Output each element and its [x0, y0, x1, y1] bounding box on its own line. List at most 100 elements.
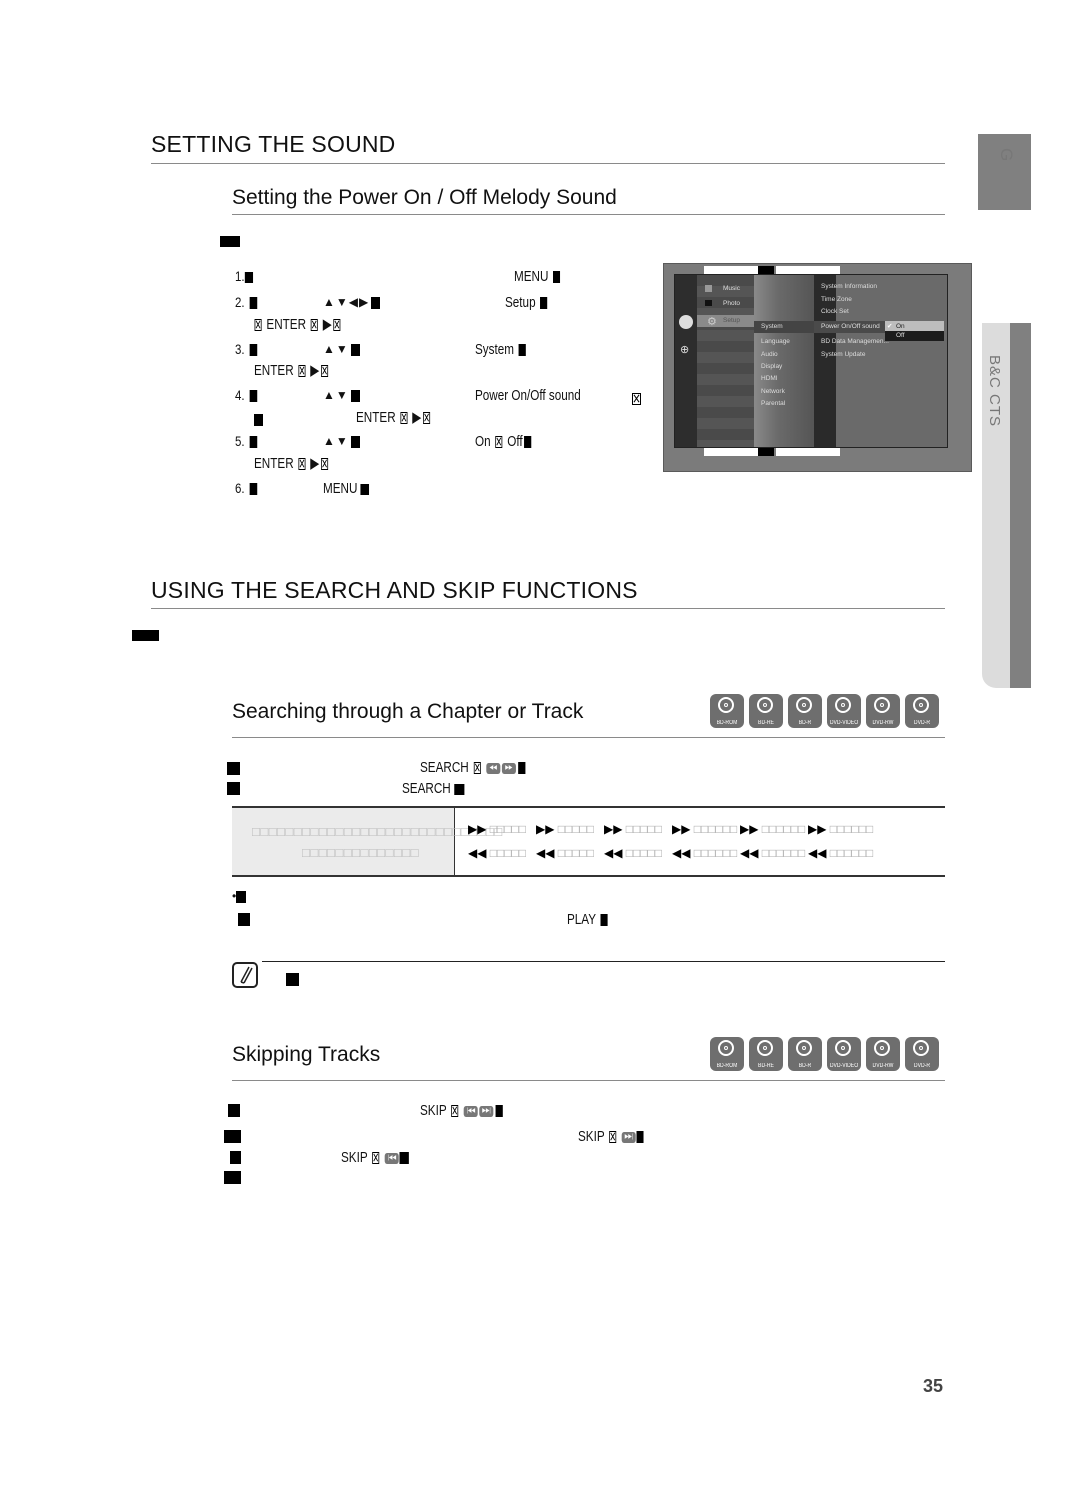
speed-value: □□□□□	[554, 822, 595, 836]
disc-icon	[796, 697, 812, 713]
speed-cell: ▶▶ □□□□□	[604, 822, 672, 836]
disc-icon	[913, 1040, 929, 1056]
strip	[776, 448, 840, 456]
redacted-text-block	[132, 630, 159, 641]
popup-option-off: Off	[885, 331, 944, 341]
disc-type-label: BD-ROM	[716, 1063, 738, 1069]
step-number: 3.	[235, 341, 245, 357]
redacted-text	[224, 1130, 241, 1143]
page-number: 35	[923, 1376, 944, 1396]
arrow-keys-icon: ▲▼	[323, 342, 349, 356]
glyph-box	[333, 319, 341, 332]
system-item-clock-set: Clock Set	[821, 308, 849, 315]
redacted-text	[454, 783, 465, 795]
step-6: 6.	[235, 480, 258, 496]
disc-menu-icon	[679, 315, 693, 329]
section-tab-basic-functions: B&C CTS	[982, 323, 1031, 688]
disc-type-label: DVD-R	[913, 720, 931, 726]
speed-arrow-icon: ▶▶	[740, 822, 759, 836]
keyword-play: PLAY	[567, 911, 596, 928]
disc-badge-bd-rom: BD-ROM	[710, 1037, 744, 1071]
music-icon	[705, 285, 712, 292]
speed-arrow-icon: ◀◀	[536, 846, 555, 860]
popup-option-off-label: Off	[896, 332, 905, 339]
strip	[758, 266, 774, 274]
speed-value: □□□□□□	[690, 822, 738, 836]
step-number: 2.	[235, 294, 245, 310]
step-4: 4.	[235, 387, 258, 403]
skip-line1: SKIP |◀◀ ▶▶|	[420, 1102, 504, 1119]
table-label-line1: □□□□□□□□□□□□□□□□□□□□□□□□□□□□□□	[252, 824, 503, 839]
disc-icon	[757, 697, 773, 713]
keyword-menu: MENU	[323, 480, 358, 497]
disc-badge-dvd-rw: DVD-RW	[866, 1037, 900, 1071]
speed-cell: ▶▶ □□□□□	[468, 822, 536, 836]
search-line2: SEARCH	[402, 780, 465, 797]
subsection-title-search: Searching through a Chapter or Track	[232, 700, 584, 723]
keyword-search: SEARCH	[420, 759, 469, 776]
disc-badge-bd-r: BD-R	[788, 694, 822, 728]
glyph-box	[298, 365, 306, 378]
glyph-box	[350, 435, 360, 448]
glyph-box-wrap	[630, 390, 643, 408]
skip-next-button-icon: ▶▶|	[479, 1105, 494, 1117]
section-tab-label: B&C CTS	[986, 355, 1003, 428]
disc-badge-dvd-r: DVD-R	[905, 694, 939, 728]
keyword-enter: ENTER	[266, 316, 307, 333]
speed-arrow-icon: ▶▶	[604, 822, 623, 836]
disc-icon	[796, 1040, 812, 1056]
glyph-box	[249, 297, 257, 310]
step-2-line2: ENTER ▶	[253, 315, 342, 333]
system-item-information: System Information	[821, 283, 877, 290]
speed-value: □□□□□	[622, 846, 663, 860]
keyword-skip: SKIP	[578, 1128, 605, 1145]
speed-arrow-icon: ◀◀	[468, 846, 487, 860]
right-arrow-icon: ▶	[310, 362, 320, 379]
redacted-text	[286, 973, 299, 986]
disc-badge-dvd-video: DVD-VIDEO	[827, 694, 861, 728]
glyph-box	[254, 319, 262, 332]
disc-icon	[874, 1040, 890, 1056]
glyph-box	[350, 389, 360, 402]
redacted-text	[227, 782, 240, 795]
step-number: 6.	[235, 480, 245, 496]
glyph-box	[422, 412, 430, 425]
tv-menu-screenshot: ⊕ Music Photo ⚙ Setup System Language Au…	[663, 263, 972, 472]
tab-side-bar	[1010, 323, 1031, 688]
speed-value: □□□□□□	[826, 846, 874, 860]
glyph-box	[553, 271, 561, 284]
section-title-setting-sound: SETTING THE SOUND	[151, 131, 396, 157]
fast-forward-button-icon: ▶▶	[501, 762, 516, 774]
speed-arrow-icon: ▶▶	[808, 822, 827, 836]
disc-type-icons-skip: BD-ROM BD-RE BD-R DVD-VIDEO DVD-RW DVD-R	[710, 1037, 945, 1073]
glyph-box	[540, 297, 548, 310]
step-number: 4.	[235, 387, 245, 403]
redacted-text-block	[220, 236, 240, 247]
redacted-text	[238, 913, 250, 926]
disc-type-label: DVD-RW	[872, 720, 894, 726]
strip	[704, 266, 766, 274]
table-label-cell: □□□□□□□□□□□□□□□□□□□□□□□□□□□□□□ □□□□□□□□□…	[232, 808, 502, 875]
speed-arrow-icon: ▶▶	[468, 822, 487, 836]
skip-line3: SKIP |◀◀	[341, 1149, 410, 1166]
strip	[704, 448, 766, 456]
disc-icon	[835, 697, 851, 713]
speed-value: □□□□□	[486, 822, 527, 836]
speed-arrow-icon: ◀◀	[672, 846, 691, 860]
disc-type-label: BD-R	[798, 720, 812, 726]
redacted-text	[399, 1152, 410, 1165]
setup-menu-column	[754, 275, 814, 447]
keyword-off: Off	[507, 433, 523, 450]
speed-cell: ▶▶ □□□□□□	[672, 822, 740, 836]
system-menu-column	[836, 275, 947, 447]
disc-icon	[835, 1040, 851, 1056]
search-line1: SEARCH ◀◀ ▶▶	[420, 759, 527, 776]
menu-item-music: Music	[723, 285, 740, 292]
skip-previous-button-icon: |◀◀	[463, 1105, 478, 1117]
keyword-skip: SKIP	[341, 1149, 368, 1166]
section-title-search-skip: USING THE SEARCH AND SKIP FUNCTIONS	[151, 577, 638, 603]
setup-item-audio: Audio	[761, 351, 778, 358]
chapter-tab-letter: G	[997, 148, 1016, 163]
redacted-text	[236, 890, 247, 903]
disc-type-label: BD-ROM	[716, 720, 738, 726]
